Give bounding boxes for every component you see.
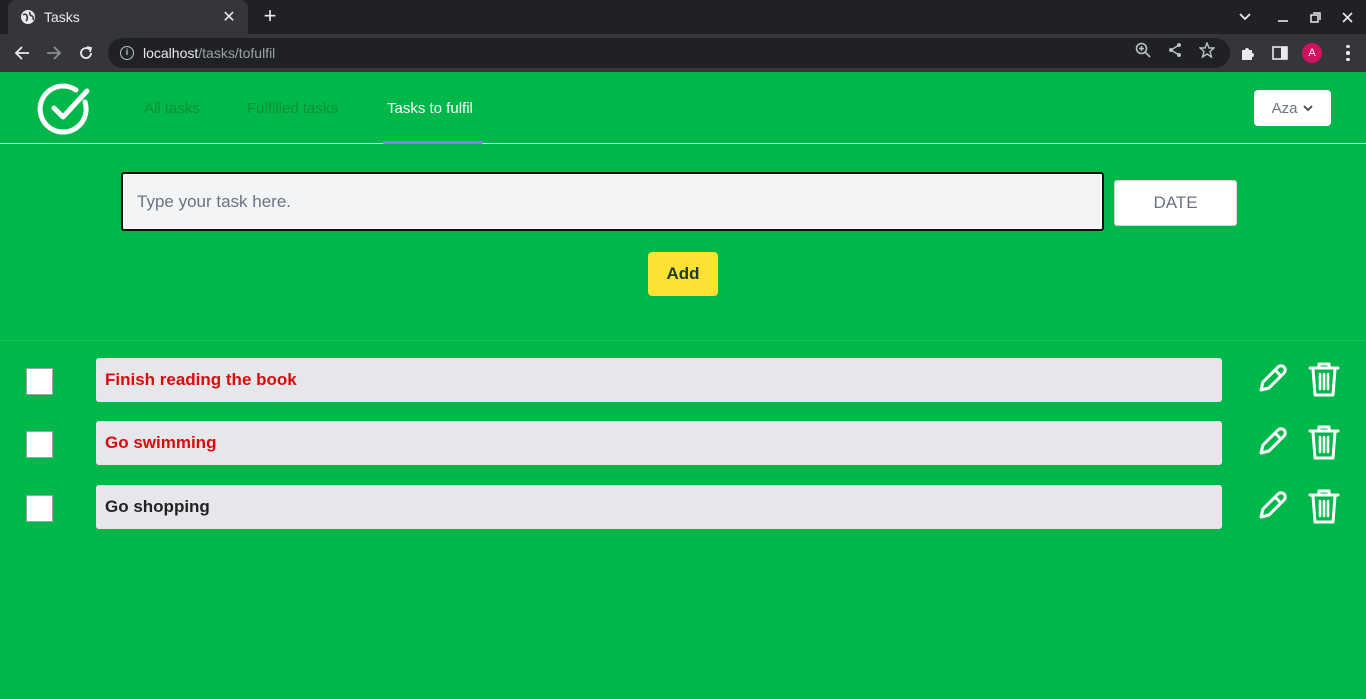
new-tab-icon[interactable]: + <box>258 5 282 29</box>
app-header: All tasks Fulfilled tasks Tasks to fulfi… <box>0 72 1366 144</box>
browser-menu-icon[interactable] <box>1340 43 1356 63</box>
extensions-icon[interactable] <box>1238 43 1258 63</box>
nav-tasks-to-fulfil[interactable]: Tasks to fulfil <box>387 100 473 117</box>
side-panel-icon[interactable] <box>1270 43 1290 63</box>
back-icon[interactable] <box>10 41 34 65</box>
task-title: Go swimming <box>96 421 1222 465</box>
task-row: Go shopping <box>0 485 1366 529</box>
bookmark-star-icon[interactable] <box>1198 41 1216 59</box>
restore-icon[interactable] <box>1304 6 1326 28</box>
task-row: Finish reading the book <box>0 358 1366 402</box>
delete-trash-icon[interactable] <box>1308 487 1340 525</box>
add-task-button[interactable]: Add <box>648 252 718 296</box>
minimize-icon[interactable] <box>1272 6 1294 28</box>
browser-tabbar: Tasks ✕ + <box>0 0 1366 34</box>
edit-pencil-icon[interactable] <box>1255 425 1289 459</box>
active-nav-underline <box>383 141 483 144</box>
task-input[interactable] <box>121 172 1104 231</box>
browser-toolbar: i localhost/tasks/tofulfil A <box>0 34 1366 72</box>
url-text: localhost/tasks/tofulfil <box>143 45 276 61</box>
tab-title: Tasks <box>44 9 80 25</box>
close-window-icon[interactable] <box>1336 6 1358 28</box>
delete-trash-icon[interactable] <box>1308 423 1340 461</box>
share-icon[interactable] <box>1166 41 1184 59</box>
date-button[interactable]: DATE <box>1114 180 1237 226</box>
task-checkbox[interactable] <box>26 368 53 395</box>
check-logo-icon[interactable] <box>36 80 94 138</box>
delete-trash-icon[interactable] <box>1308 360 1340 398</box>
task-row: Go swimming <box>0 421 1366 465</box>
edit-pencil-icon[interactable] <box>1255 362 1289 396</box>
profile-avatar[interactable]: A <box>1302 43 1322 63</box>
task-checkbox[interactable] <box>26 431 53 458</box>
tab-search-icon[interactable] <box>1234 6 1256 28</box>
site-info-icon[interactable]: i <box>120 46 134 60</box>
forward-icon[interactable] <box>42 41 66 65</box>
chevron-down-icon <box>1303 104 1314 111</box>
close-tab-icon[interactable]: ✕ <box>220 7 238 27</box>
address-bar[interactable]: i localhost/tasks/tofulfil <box>108 38 1230 68</box>
user-menu-button[interactable]: Aza <box>1254 90 1331 126</box>
user-name: Aza <box>1271 99 1298 117</box>
edit-pencil-icon[interactable] <box>1255 489 1289 523</box>
nav-fulfilled-tasks[interactable]: Fulfilled tasks <box>247 100 338 117</box>
task-title: Finish reading the book <box>96 358 1222 402</box>
nav-all-tasks[interactable]: All tasks <box>144 100 200 117</box>
task-checkbox[interactable] <box>26 495 53 522</box>
globe-icon <box>20 9 36 25</box>
browser-tab[interactable]: Tasks ✕ <box>8 0 248 34</box>
task-title: Go shopping <box>96 485 1222 529</box>
reload-icon[interactable] <box>74 41 98 65</box>
zoom-icon[interactable] <box>1134 41 1152 59</box>
section-divider <box>0 340 1366 341</box>
